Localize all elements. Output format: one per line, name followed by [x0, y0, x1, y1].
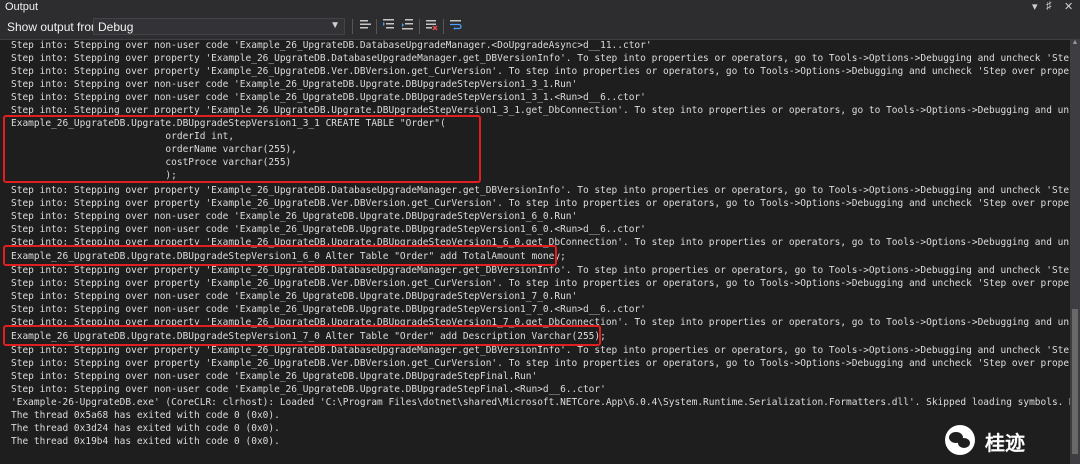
toolbar-separator [443, 19, 444, 34]
vertical-scrollbar[interactable]: ▲ [1070, 39, 1080, 464]
output-line: 'Example-26-UpgrateDB.exe' (CoreCLR: clr… [11, 397, 1070, 408]
highlight-box-version-1-6-0 [3, 245, 557, 266]
go-to-next-message-icon[interactable] [399, 18, 416, 35]
window-title: Output [5, 1, 39, 13]
output-line: Step into: Stepping over non-user code '… [11, 211, 578, 222]
chevron-down-icon: ▼ [330, 20, 340, 31]
output-line: Step into: Stepping over non-user code '… [11, 79, 578, 90]
watermark-text: 桂迹 [985, 431, 1025, 455]
clear-all-icon[interactable] [423, 18, 440, 35]
output-toolbar: Show output from: Debug ▼ [0, 15, 1080, 40]
output-line: Step into: Stepping over non-user code '… [11, 291, 578, 302]
output-source-value: Debug [98, 20, 134, 34]
output-line: The thread 0x3d24 has exited with code 0… [11, 423, 280, 434]
output-line: Step into: Stepping over non-user code '… [11, 304, 646, 315]
output-source-select[interactable]: Debug ▼ [93, 18, 345, 35]
output-line: Step into: Stepping over property 'Examp… [11, 185, 1070, 196]
scrollbar-thumb[interactable] [1072, 309, 1078, 454]
watermark: 桂迹 [945, 423, 1055, 457]
toolbar-separator [352, 19, 353, 34]
output-line: Step into: Stepping over non-user code '… [11, 92, 646, 103]
output-line: Step into: Stepping over property 'Examp… [11, 66, 1070, 77]
close-icon[interactable]: ✕ [1064, 0, 1073, 13]
find-message-in-code-icon[interactable] [357, 18, 374, 35]
output-line: Step into: Stepping over non-user code '… [11, 224, 646, 235]
output-line: Step into: Stepping over property 'Examp… [11, 53, 1070, 64]
go-to-previous-message-icon[interactable] [380, 18, 397, 35]
output-line: Step into: Stepping over property 'Examp… [11, 278, 1070, 289]
output-line: The thread 0x19b4 has exited with code 0… [11, 436, 280, 447]
scroll-up-arrow-icon[interactable]: ▲ [1071, 39, 1079, 47]
output-line: Step into: Stepping over property 'Examp… [11, 198, 1070, 209]
highlight-box-version-1-3-1 [3, 115, 481, 183]
output-line: Step into: Stepping over non-user code '… [11, 371, 538, 382]
output-window-titlebar: Output ▾ ♯ ✕ [0, 0, 1080, 15]
output-line: Step into: Stepping over property 'Examp… [11, 358, 1070, 369]
window-position-dropdown-icon[interactable]: ▾ [1032, 0, 1038, 13]
output-line: The thread 0x5a68 has exited with code 0… [11, 410, 280, 421]
toolbar-separator [376, 19, 377, 34]
show-output-from-label: Show output from: [7, 20, 105, 34]
highlight-box-version-1-7-0 [3, 325, 601, 346]
output-line: Step into: Stepping over non-user code '… [11, 384, 606, 395]
wechat-logo-icon [945, 425, 975, 455]
word-wrap-icon[interactable] [447, 18, 464, 35]
toolbar-separator [419, 19, 420, 34]
pin-icon[interactable]: ♯ [1046, 0, 1052, 12]
output-line: Step into: Stepping over non-user code '… [11, 40, 652, 51]
